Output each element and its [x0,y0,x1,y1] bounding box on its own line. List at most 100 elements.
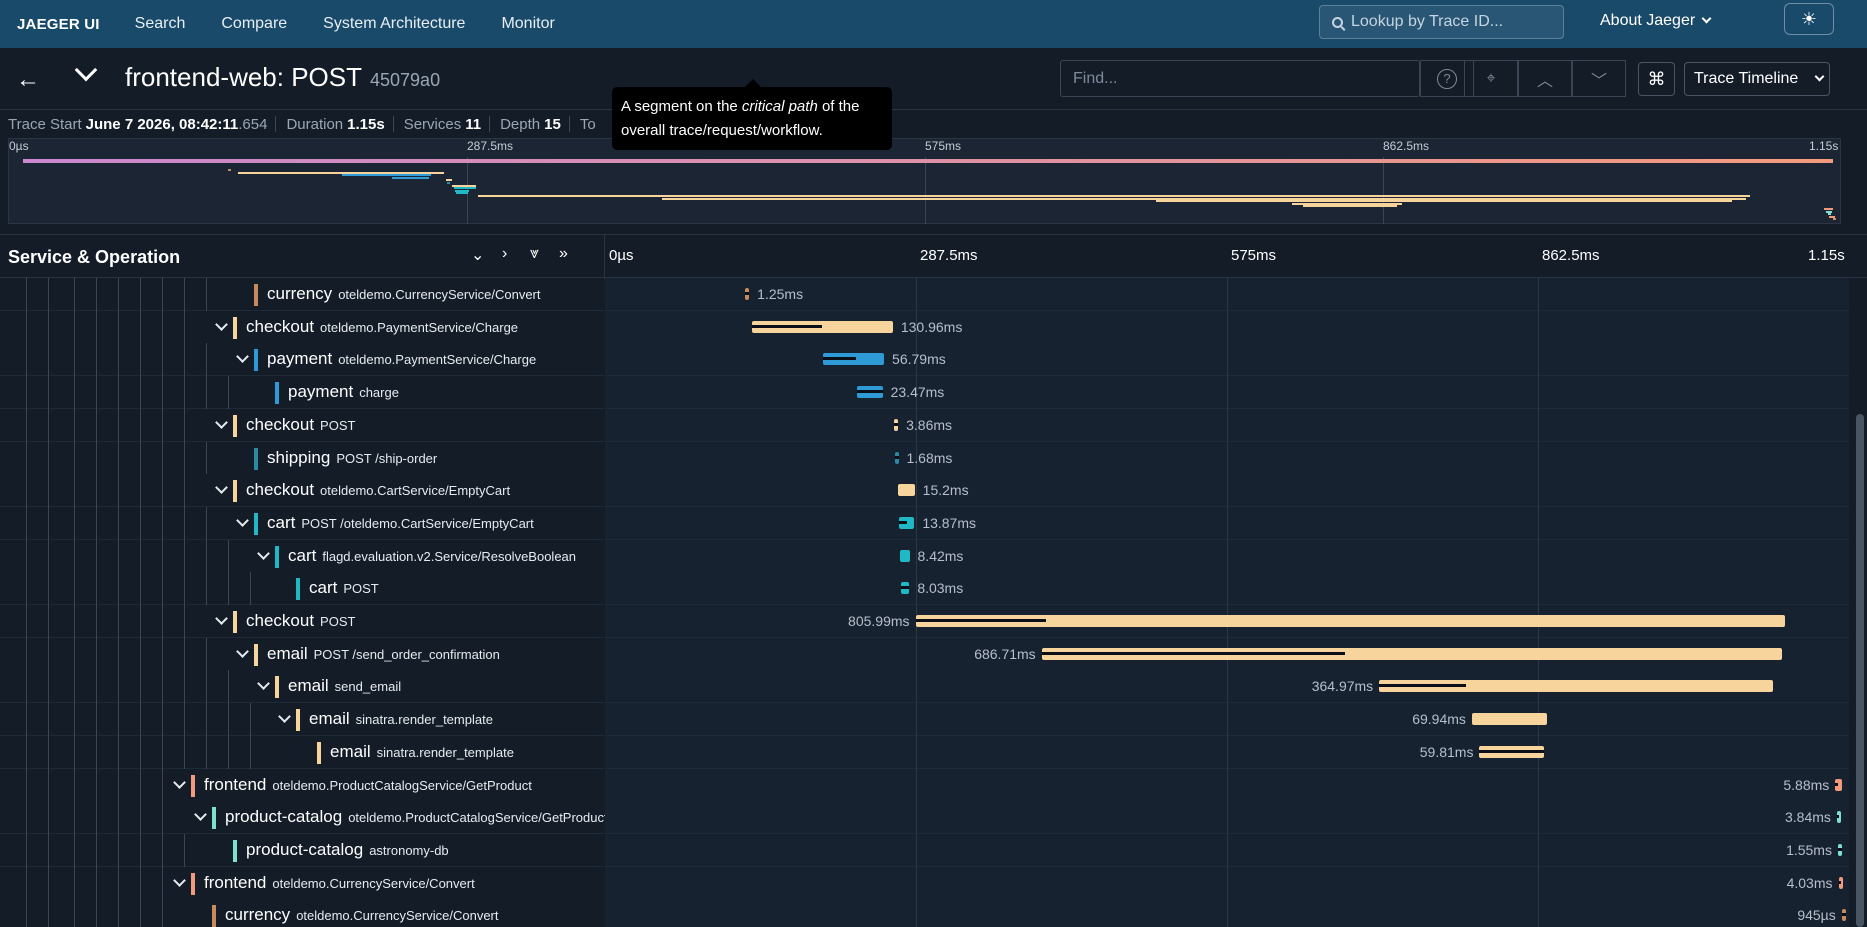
expand-toggle-icon[interactable] [215,415,228,429]
collapse-all-icon[interactable]: ⩔ [530,245,539,263]
span-timeline-cell[interactable]: 686.71ms [605,637,1849,671]
span-row[interactable]: payment charge 23.47ms [0,376,1849,410]
span-timeline-cell[interactable]: 4.03ms [605,866,1849,900]
span-timeline-cell[interactable]: 805.99ms [605,605,1849,638]
span-timeline-cell[interactable]: 13.87ms [605,506,1849,540]
span-bar[interactable] [900,582,910,595]
span-row[interactable]: cart POST /oteldemo.CartService/EmptyCart… [0,506,1849,540]
span-row[interactable]: product-catalog oteldemo.ProductCatalogSe… [0,801,1849,835]
span-bar[interactable] [751,320,893,333]
span-timeline-cell[interactable]: 56.79ms [605,343,1849,377]
expand-one-icon[interactable]: › [502,245,507,263]
prev-result-button[interactable]: ︿ [1518,60,1572,97]
span-name-cell[interactable]: frontend oteldemo.CurrencyService/Convert [0,866,604,900]
span-bar[interactable] [1379,680,1773,693]
span-bar[interactable] [893,418,899,431]
expand-toggle-icon[interactable] [236,514,249,527]
span-bar[interactable] [822,353,885,366]
span-timeline-cell[interactable]: 364.97ms [605,670,1849,704]
brand-logo[interactable]: JAEGER UI [17,16,100,33]
collapse-one-icon[interactable]: ⌄ [471,245,484,265]
nav-system-architecture[interactable]: System Architecture [323,15,465,33]
span-row[interactable]: checkout POST 805.99ms [0,605,1849,638]
span-row[interactable]: email POST /send_order_confirmation 686.71… [0,637,1849,671]
span-bar[interactable] [1841,909,1846,922]
span-name-cell[interactable]: payment charge [0,376,604,410]
expand-all-icon[interactable]: » [559,245,568,263]
span-timeline-cell[interactable]: 3.84ms [605,801,1849,835]
span-name-cell[interactable]: email POST /send_order_confirmation [0,637,604,671]
span-timeline-cell[interactable]: 15.2ms [605,474,1849,508]
span-bar[interactable] [1471,713,1548,726]
span-name-cell[interactable]: product-catalog oteldemo.ProductCatalogSe… [0,801,608,835]
collapse-header-icon[interactable] [74,58,98,82]
span-row[interactable]: email sinatra.render_template 59.81ms [0,735,1849,769]
expand-toggle-icon[interactable] [257,546,270,560]
span-name-cell[interactable]: currency oteldemo.CurrencyService/Convert [0,899,604,927]
span-row[interactable]: shipping POST /ship-order 1.68ms [0,441,1849,475]
trace-minimap[interactable]: 0µs 287.5ms 575ms 862.5ms 1.15s [8,138,1841,224]
span-row[interactable]: currency oteldemo.CurrencyService/Convert… [0,899,1849,927]
span-bar[interactable] [1837,843,1842,856]
span-row[interactable]: cart flagd.evaluation.v2.Service/ResolveB… [0,539,1849,573]
nav-search[interactable]: Search [135,15,186,33]
span-timeline-cell[interactable]: 8.03ms [605,572,1849,606]
column-resizer[interactable] [604,235,605,279]
span-name-cell[interactable]: frontend oteldemo.ProductCatalogService/G… [0,768,604,802]
trace-id-lookup-input[interactable]: Lookup by Trace ID... [1319,5,1564,39]
span-name-cell[interactable]: cart POST /oteldemo.CartService/EmptyCart [0,506,604,540]
span-bar[interactable] [899,516,915,529]
span-bar[interactable] [900,549,910,562]
span-timeline-cell[interactable]: 945µs [605,899,1849,927]
nav-monitor[interactable]: Monitor [501,15,554,33]
span-bar[interactable] [894,451,899,464]
expand-toggle-icon[interactable] [278,710,291,723]
theme-toggle-button[interactable]: ☀ [1784,3,1834,35]
span-row[interactable]: email send_email 364.97ms [0,670,1849,704]
span-bar[interactable] [857,386,883,399]
span-name-cell[interactable]: payment oteldemo.PaymentService/Charge [0,343,604,377]
span-name-cell[interactable]: checkout POST [0,605,604,638]
expand-toggle-icon[interactable] [215,317,228,331]
span-timeline-cell[interactable]: 59.81ms [605,735,1849,769]
span-timeline-cell[interactable]: 1.68ms [605,441,1849,475]
span-name-cell[interactable]: email send_email [0,670,604,704]
span-timeline-cell[interactable]: 1.25ms [605,278,1849,311]
span-timeline-cell[interactable]: 8.42ms [605,539,1849,573]
vertical-scrollbar[interactable] [1852,278,1867,927]
expand-toggle-icon[interactable] [257,677,270,691]
about-jaeger-menu[interactable]: About Jaeger [1600,12,1712,30]
span-name-cell[interactable]: shipping POST /ship-order [0,441,604,475]
span-bar[interactable] [1838,876,1843,889]
expand-toggle-icon[interactable] [215,481,228,495]
span-timeline-cell[interactable]: 130.96ms [605,310,1849,344]
keyboard-shortcuts-button[interactable]: ⌘ [1638,62,1675,96]
span-row[interactable]: currency oteldemo.CurrencyService/Convert… [0,278,1849,311]
expand-toggle-icon[interactable] [236,644,249,658]
span-timeline-cell[interactable]: 5.88ms [605,768,1849,802]
expand-toggle-icon[interactable] [173,873,186,887]
span-name-cell[interactable]: email sinatra.render_template [0,703,604,737]
next-result-button[interactable]: ﹀ [1572,60,1626,97]
span-name-cell[interactable]: cart POST [0,572,604,606]
scrollbar-thumb[interactable] [1856,414,1864,927]
span-row[interactable]: checkout POST 3.86ms [0,408,1849,442]
back-arrow-icon[interactable]: ← [16,66,40,94]
span-name-cell[interactable]: currency oteldemo.CurrencyService/Convert [0,278,604,311]
nav-compare[interactable]: Compare [221,15,287,33]
span-timeline-cell[interactable]: 3.86ms [605,408,1849,442]
span-bar[interactable] [915,615,1785,627]
span-bar[interactable] [898,484,915,497]
span-row[interactable]: product-catalog astronomy-db 1.55ms [0,833,1849,867]
span-name-cell[interactable]: product-catalog astronomy-db [0,833,604,867]
span-row[interactable]: checkout oteldemo.CartService/EmptyCart 15… [0,474,1849,508]
span-row[interactable]: frontend oteldemo.ProductCatalogService/G… [0,768,1849,802]
span-timeline-cell[interactable]: 23.47ms [605,376,1849,410]
expand-toggle-icon[interactable] [236,350,249,364]
span-bar[interactable] [1835,778,1842,791]
view-mode-select[interactable]: Trace Timeline [1684,62,1830,96]
expand-toggle-icon[interactable] [173,775,186,789]
span-row[interactable]: payment oteldemo.PaymentService/Charge 56.… [0,343,1849,377]
span-bar[interactable] [745,288,750,300]
span-row[interactable]: frontend oteldemo.CurrencyService/Convert… [0,866,1849,900]
